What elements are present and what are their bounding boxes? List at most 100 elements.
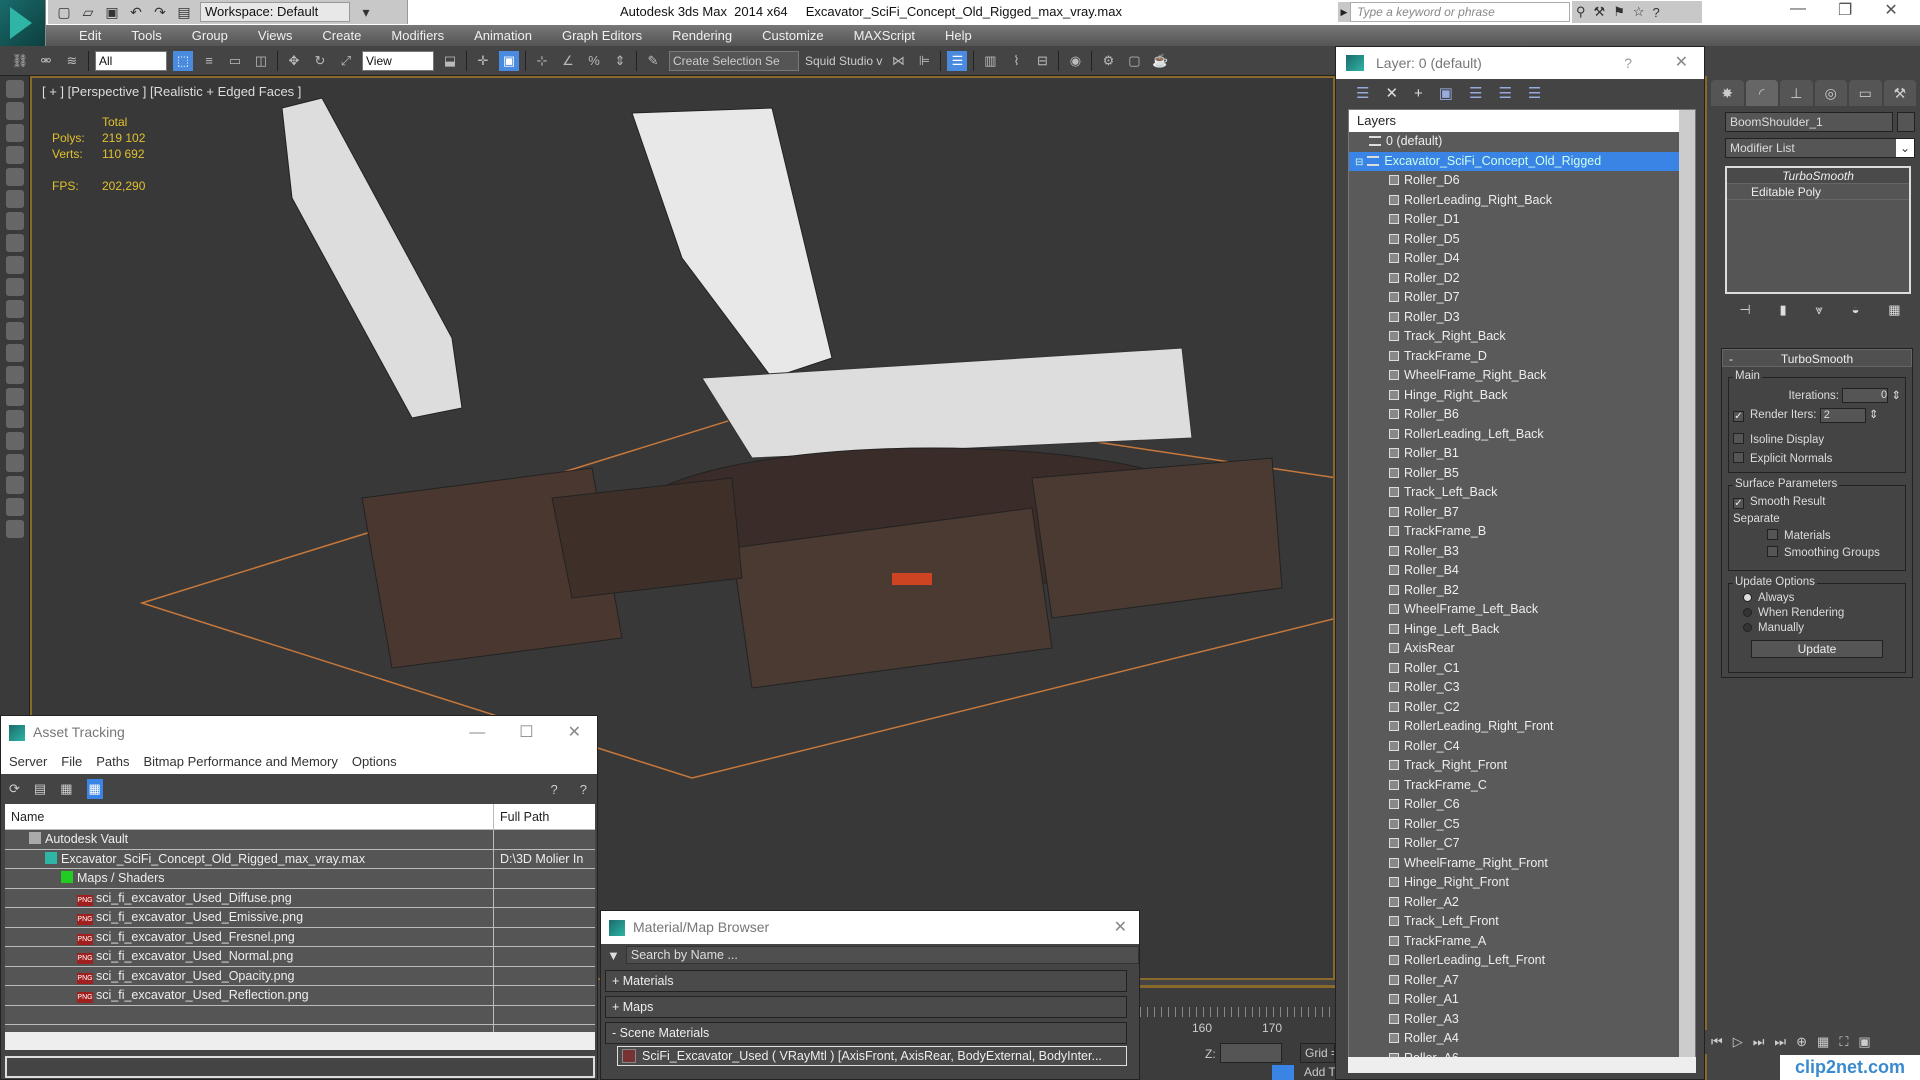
tool-icon[interactable] (6, 234, 24, 252)
options-dropdown-icon[interactable]: ▼ (607, 948, 620, 963)
rollout-header[interactable]: - TurboSmooth (1722, 349, 1912, 367)
menu-server[interactable]: Server (9, 749, 47, 774)
bind-space-warp-icon[interactable]: ≋ (62, 51, 82, 71)
asset-row[interactable]: Maps / Shaders (5, 869, 595, 889)
stack-item-turbosmooth[interactable]: TurboSmooth (1727, 168, 1909, 184)
selection-lock-icon[interactable] (1272, 1065, 1294, 1080)
asset-row[interactable]: PNG sci_fi_excavator_Used_Fresnel.png (5, 927, 595, 947)
layer-object-row[interactable]: RollerLeading_Left_Back (1349, 425, 1695, 445)
horizontal-scrollbar[interactable] (5, 1032, 595, 1050)
layer-object-row[interactable]: Roller_A7 (1349, 971, 1695, 991)
tool-icon[interactable] (6, 256, 24, 274)
layer-object-row[interactable]: TrackFrame_D (1349, 347, 1695, 367)
menu-edit[interactable]: Edit (64, 25, 116, 46)
teapot-render-icon[interactable] (6, 80, 24, 98)
add-time-tag-button[interactable]: Add T (1300, 1065, 1335, 1080)
list-view-icon[interactable]: ▤ (34, 781, 46, 797)
layer-object-row[interactable]: WheelFrame_Left_Back (1349, 600, 1695, 620)
display-tab-icon[interactable]: ▭ (1849, 80, 1882, 106)
render-iters-checkbox[interactable]: ✓ (1733, 411, 1744, 423)
hide-all-icon[interactable]: ☰ (1498, 84, 1511, 102)
modify-tab-icon[interactable]: ◜ (1745, 80, 1778, 106)
favorites-icon[interactable]: ☆ (1633, 4, 1645, 20)
selection-filter-dropdown[interactable]: All (95, 50, 167, 71)
tool-icon[interactable] (6, 344, 24, 362)
table-view-icon[interactable]: ▦ (86, 779, 103, 799)
search-expand-icon[interactable]: ▶ (1338, 2, 1350, 22)
make-unique-icon[interactable]: ⩔ (1815, 302, 1822, 318)
menu-views[interactable]: Views (243, 25, 307, 46)
collapse-icon[interactable]: ⊟ (1355, 157, 1363, 168)
undo-icon[interactable]: ↶ (128, 4, 144, 20)
close-icon[interactable]: ✕ (1114, 911, 1127, 944)
pin-stack-icon[interactable]: ⊣ (1739, 302, 1750, 318)
tool-icon[interactable] (6, 410, 24, 428)
configure-sets-icon[interactable]: ▦ (1888, 302, 1900, 318)
smoothing-groups-checkbox[interactable] (1767, 546, 1778, 557)
help-button[interactable]: ? (1624, 47, 1632, 79)
tool-icon[interactable] (6, 278, 24, 296)
tool-icon[interactable] (6, 476, 24, 494)
tool-icon[interactable] (6, 388, 24, 406)
asset-row[interactable]: PNG sci_fi_excavator_Used_Reflection.png (5, 986, 595, 1006)
menu-modifiers[interactable]: Modifiers (376, 25, 459, 46)
smooth-result-checkbox[interactable]: ✓ (1733, 498, 1744, 509)
window-crossing-icon[interactable]: ◫ (251, 51, 271, 71)
thumbnail-view-icon[interactable]: ▦ (60, 781, 72, 797)
menu-customize[interactable]: Customize (747, 25, 838, 46)
material-editor-icon[interactable]: ◉ (1065, 51, 1085, 71)
layer-object-row[interactable]: Roller_B6 (1349, 405, 1695, 425)
asset-row[interactable]: Autodesk Vault (5, 830, 595, 850)
layer-object-row[interactable]: Roller_B1 (1349, 444, 1695, 464)
always-radio[interactable] (1743, 593, 1752, 602)
layer-object-row[interactable]: Roller_C4 (1349, 737, 1695, 757)
layer-object-row[interactable]: Hinge_Left_Back (1349, 620, 1695, 640)
layer-object-row[interactable]: Roller_C6 (1349, 795, 1695, 815)
layer-object-row[interactable]: Roller_B4 (1349, 561, 1695, 581)
tool-icon[interactable] (6, 454, 24, 472)
menu-animation[interactable]: Animation (459, 25, 547, 46)
restore-icon[interactable]: ❐ (1838, 0, 1852, 20)
utilities-tab-icon[interactable]: ⚒ (1883, 80, 1916, 106)
layer-object-row[interactable]: Roller_B3 (1349, 542, 1695, 562)
menu-bitmap-performance[interactable]: Bitmap Performance and Memory (144, 749, 338, 774)
menu-file[interactable]: File (61, 749, 82, 774)
show-end-result-icon[interactable]: ▮ (1780, 302, 1787, 318)
search-by-name-input[interactable]: Search by Name ... (625, 946, 1139, 964)
create-layer-icon[interactable]: ☰ (1356, 84, 1369, 102)
layer-object-row[interactable]: Roller_D5 (1349, 230, 1695, 250)
scene-material-item[interactable]: SciFi_Excavator_Used ( VRayMtl ) [AxisFr… (617, 1046, 1127, 1066)
layer-object-row[interactable]: Roller_D6 (1349, 171, 1695, 191)
explicit-normals-checkbox[interactable] (1733, 451, 1744, 463)
communication-icon[interactable]: ⚑ (1613, 4, 1625, 20)
layer-object-row[interactable]: Hinge_Right_Back (1349, 386, 1695, 406)
prev-frame-icon[interactable]: ⏮ (1711, 1034, 1723, 1050)
squid-studio-menu[interactable]: Squid Studio v (805, 54, 882, 68)
select-by-name-icon[interactable]: ≡ (199, 51, 219, 71)
when-rendering-radio[interactable] (1743, 608, 1752, 617)
close-icon[interactable]: ✕ (1884, 0, 1897, 20)
layer-object-row[interactable]: Track_Right_Back (1349, 327, 1695, 347)
asset-row[interactable]: PNG sci_fi_excavator_Used_Emissive.png (5, 908, 595, 928)
layers-column-header[interactable]: Layers (1349, 110, 1695, 132)
minimize-icon[interactable]: — (1790, 0, 1806, 20)
open-file-icon[interactable]: ▱ (80, 4, 96, 20)
layer-object-row[interactable]: Hinge_Right_Front (1349, 873, 1695, 893)
layer-object-row[interactable]: AxisRear (1349, 639, 1695, 659)
align-icon[interactable]: ⊫ (914, 51, 934, 71)
freeze-all-icon[interactable]: ☰ (1528, 84, 1541, 102)
rendered-frame-window-icon[interactable]: ▢ (1124, 51, 1144, 71)
help-icon[interactable]: ? (1653, 5, 1660, 20)
maximize-icon[interactable]: ☐ (519, 716, 533, 749)
layer-object-row[interactable]: Roller_C5 (1349, 815, 1695, 835)
tool-icon[interactable] (6, 498, 24, 516)
spinner-snap-icon[interactable]: ⇕ (610, 51, 630, 71)
layer-object-row[interactable]: Roller_D3 (1349, 308, 1695, 328)
workspace-dropdown[interactable]: Workspace: Default (200, 2, 350, 22)
spinner-arrows-icon[interactable]: ⇕ (1869, 409, 1879, 421)
customize-qa-icon[interactable]: ▾ (358, 4, 374, 20)
select-manipulate-icon[interactable]: ✛ (473, 51, 493, 71)
column-name[interactable]: Name (5, 804, 494, 829)
keyboard-shortcut-toggle-icon[interactable]: ▣ (499, 50, 519, 71)
layer-manager-icon[interactable]: ☰ (947, 50, 968, 71)
